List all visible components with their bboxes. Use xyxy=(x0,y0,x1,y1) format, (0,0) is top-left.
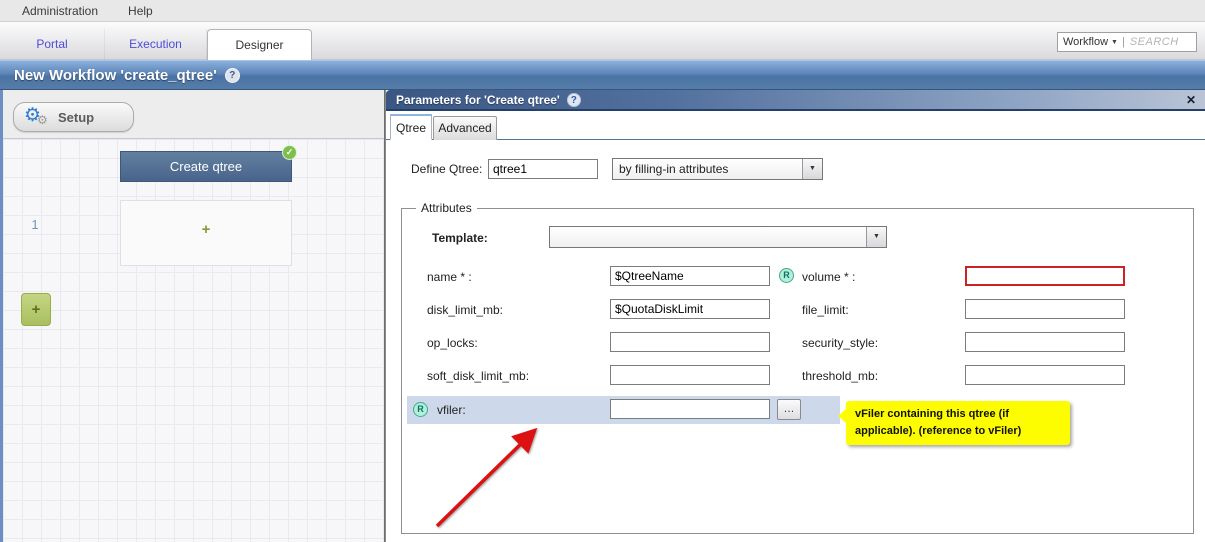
workflow-search-box: Workflow ▼ | xyxy=(1057,32,1202,52)
gears-icon: ⚙ ⚙ xyxy=(24,104,54,130)
name-input[interactable] xyxy=(610,266,770,286)
chevron-down-icon[interactable]: ▼ xyxy=(866,227,886,247)
reference-icon: R xyxy=(413,402,428,417)
page-title: New Workflow 'create_qtree' xyxy=(14,66,217,84)
gear-small-icon: ⚙ xyxy=(37,113,48,127)
add-row-button[interactable]: + xyxy=(21,293,51,326)
op-locks-label: op_locks: xyxy=(427,336,478,350)
menu-item-help[interactable]: Help xyxy=(128,4,153,18)
designer-canvas-panel: ⚙ ⚙ Setup Create qtree ✓ 1 + + xyxy=(0,90,385,542)
volume-input[interactable] xyxy=(965,266,1125,286)
workflow-step-title: Create qtree xyxy=(169,159,243,174)
vfiler-input[interactable] xyxy=(610,399,770,419)
define-mode-value: by filling-in attributes xyxy=(619,162,729,176)
threshold-label: threshold_mb: xyxy=(802,369,879,383)
volume-label: volume * : xyxy=(802,270,856,284)
threshold-input[interactable] xyxy=(965,365,1125,385)
op-locks-input[interactable] xyxy=(610,332,770,352)
setup-button[interactable]: ⚙ ⚙ Setup xyxy=(13,102,134,132)
close-icon[interactable]: ✕ xyxy=(1186,93,1196,107)
workflow-filter-dropdown[interactable]: Workflow xyxy=(1063,36,1108,48)
define-qtree-row: Define Qtree: by filling-in attributes ▼ xyxy=(386,158,1205,182)
vfiler-label: vfiler: xyxy=(437,403,466,417)
tooltip-pointer xyxy=(838,409,846,423)
menubar: Administration Help xyxy=(0,0,1205,22)
attributes-legend: Attributes xyxy=(416,201,477,215)
workflow-titlebar: New Workflow 'create_qtree' ? xyxy=(0,60,1205,90)
search-input[interactable] xyxy=(1129,36,1202,48)
help-icon[interactable]: ? xyxy=(224,67,240,83)
empty-step-cell[interactable]: + xyxy=(120,200,292,266)
search-divider: | xyxy=(1121,36,1125,48)
tab-designer[interactable]: Designer xyxy=(207,29,312,60)
menu-item-administration[interactable]: Administration xyxy=(22,4,98,18)
dialog-header[interactable]: Parameters for 'Create qtree' ? ✕ xyxy=(386,90,1205,111)
template-select[interactable]: ▼ xyxy=(549,226,887,248)
attributes-groupbox: Attributes Template: ▼ name * : R volume… xyxy=(401,201,1194,534)
security-style-input[interactable] xyxy=(965,332,1125,352)
name-label: name * : xyxy=(427,270,472,284)
security-style-label: security_style: xyxy=(802,336,879,350)
step-valid-check-icon: ✓ xyxy=(282,145,297,160)
template-label: Template: xyxy=(432,231,488,245)
disk-limit-label: disk_limit_mb: xyxy=(427,303,504,317)
vfiler-tooltip: vFiler containing this qtree (if applica… xyxy=(838,401,1070,445)
workflow-step-create-qtree[interactable]: Create qtree ✓ xyxy=(120,145,297,182)
dialog-title: Parameters for 'Create qtree' xyxy=(396,92,560,107)
main-tabstrip: Portal Execution Designer Workflow ▼ | xyxy=(0,22,1205,60)
chevron-down-icon: ▼ xyxy=(1111,38,1118,46)
workflow-grid: Create qtree ✓ 1 + + xyxy=(3,139,384,542)
vfiler-row: R vfiler: … xyxy=(407,396,840,424)
qtree-name-input[interactable] xyxy=(488,159,598,179)
dialog-tabbar: Qtree Advanced xyxy=(386,113,1205,140)
tab-execution[interactable]: Execution xyxy=(105,29,207,60)
define-qtree-label: Define Qtree: xyxy=(411,162,483,176)
vfiler-browse-button[interactable]: … xyxy=(777,399,801,420)
soft-disk-limit-label: soft_disk_limit_mb: xyxy=(427,369,530,383)
tab-portal[interactable]: Portal xyxy=(0,29,105,60)
add-step-plus-icon: + xyxy=(201,221,211,238)
tab-advanced[interactable]: Advanced xyxy=(433,116,497,140)
chevron-down-icon[interactable]: ▼ xyxy=(802,159,822,179)
parameters-dialog: Parameters for 'Create qtree' ? ✕ Qtree … xyxy=(385,90,1205,542)
reference-icon: R xyxy=(779,268,794,283)
setup-button-label: Setup xyxy=(58,109,95,125)
tooltip-text: vFiler containing this qtree (if applica… xyxy=(855,408,1022,437)
dialog-help-icon[interactable]: ? xyxy=(566,92,581,107)
file-limit-input[interactable] xyxy=(965,299,1125,319)
tab-qtree[interactable]: Qtree xyxy=(390,114,432,140)
soft-disk-limit-input[interactable] xyxy=(610,365,770,385)
app-window: Administration Help Portal Execution Des… xyxy=(0,0,1205,542)
file-limit-label: file_limit: xyxy=(802,303,849,317)
define-mode-select[interactable]: by filling-in attributes ▼ xyxy=(612,158,823,180)
canvas-toolbar: ⚙ ⚙ Setup xyxy=(3,90,384,139)
disk-limit-input[interactable] xyxy=(610,299,770,319)
row-number-label: 1 xyxy=(31,217,39,232)
